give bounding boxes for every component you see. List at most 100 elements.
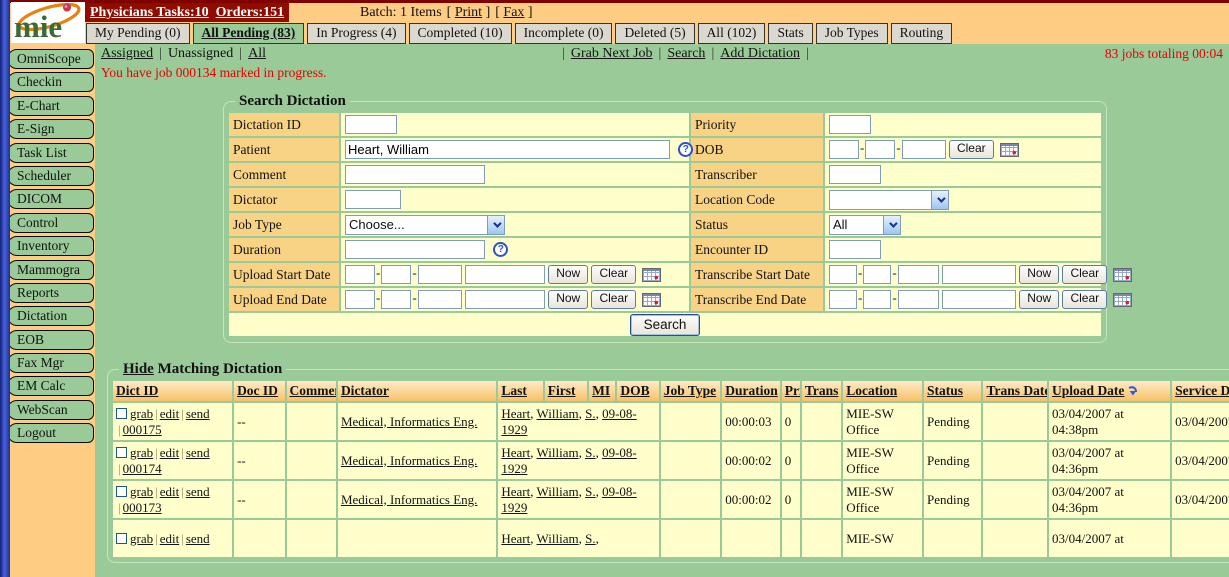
sidebar-item-e-chart[interactable]: E-Chart xyxy=(7,96,94,116)
dict-id-link[interactable]: 000175 xyxy=(123,422,162,437)
status-select[interactable]: All xyxy=(829,215,901,235)
patient-first-link[interactable]: William xyxy=(537,484,579,499)
col-header-trans-date[interactable]: Trans Date xyxy=(986,383,1047,398)
transcribe-end-now-button[interactable]: Now xyxy=(1019,290,1059,309)
sidebar-item-dictation[interactable]: Dictation xyxy=(7,306,94,326)
transcribe-end-month-input[interactable] xyxy=(829,290,857,309)
upload-end-time-input[interactable] xyxy=(465,290,545,309)
dictator-input[interactable] xyxy=(345,190,401,209)
sidebar-item-eob[interactable]: EOB xyxy=(7,330,94,350)
col-header-doc-id[interactable]: Doc ID xyxy=(237,383,278,398)
tab-stats[interactable]: Stats xyxy=(768,23,812,44)
col-header-pri[interactable]: Pri xyxy=(785,383,800,398)
upload-end-year-input[interactable] xyxy=(418,290,462,309)
col-header-dict-id[interactable]: Dict ID xyxy=(116,383,158,398)
row-checkbox[interactable] xyxy=(116,533,127,544)
upload-end-now-button[interactable]: Now xyxy=(548,290,588,309)
transcribe-start-clear-button[interactable]: Clear xyxy=(1062,265,1107,284)
transcribe-start-time-input[interactable] xyxy=(942,265,1016,284)
patient-help-icon[interactable]: ? xyxy=(678,142,693,157)
transcribe-start-calendar-icon[interactable] xyxy=(1113,268,1132,282)
dob-clear-button[interactable]: Clear xyxy=(949,140,994,159)
col-header-upload-date[interactable]: Upload Date xyxy=(1052,383,1124,398)
dictation-id-input[interactable] xyxy=(345,115,397,134)
col-header-duration[interactable]: Duration xyxy=(725,383,778,398)
duration-help-icon[interactable]: ? xyxy=(493,242,508,257)
sidebar-item-scheduler[interactable]: Scheduler xyxy=(7,166,94,186)
col-header-mi[interactable]: MI xyxy=(592,383,610,398)
transcriber-input[interactable] xyxy=(829,165,881,184)
assigned-link[interactable]: Assigned xyxy=(101,46,153,62)
encounter-id-input[interactable] xyxy=(829,240,881,259)
col-header-last[interactable]: Last xyxy=(501,383,527,398)
transcribe-start-day-input[interactable] xyxy=(863,265,891,284)
upload-start-day-input[interactable] xyxy=(381,265,411,284)
patient-first-link[interactable]: William xyxy=(537,531,579,546)
patient-last-link[interactable]: Heart xyxy=(501,445,530,460)
grab-next-job-link[interactable]: Grab Next Job xyxy=(571,46,653,62)
send-link[interactable]: send xyxy=(186,531,210,546)
grab-link[interactable]: grab xyxy=(130,445,153,460)
transcribe-end-day-input[interactable] xyxy=(863,290,891,309)
send-link[interactable]: send xyxy=(186,484,210,499)
col-header-trans[interactable]: Trans xyxy=(805,383,839,398)
transcribe-end-calendar-icon[interactable] xyxy=(1113,293,1132,307)
sidebar-item-webscan[interactable]: WebScan xyxy=(7,400,94,420)
patient-last-link[interactable]: Heart xyxy=(501,484,530,499)
edit-link[interactable]: edit xyxy=(160,531,180,546)
grab-link[interactable]: grab xyxy=(130,484,153,499)
dictator-link[interactable]: Medical, Informatics Eng. xyxy=(341,453,477,468)
sidebar-item-fax-mgr[interactable]: Fax Mgr xyxy=(7,353,94,373)
edit-link[interactable]: edit xyxy=(160,484,180,499)
sidebar-item-checkin[interactable]: Checkin xyxy=(7,72,94,92)
row-checkbox[interactable] xyxy=(116,486,127,497)
upload-end-calendar-icon[interactable] xyxy=(642,293,661,307)
dob-month-input[interactable] xyxy=(829,140,859,159)
print-link[interactable]: Print xyxy=(455,5,482,20)
tab-routing[interactable]: Routing xyxy=(891,23,953,44)
upload-start-clear-button[interactable]: Clear xyxy=(591,265,636,284)
sidebar-item-control[interactable]: Control xyxy=(7,213,94,233)
patient-first-link[interactable]: William xyxy=(537,406,579,421)
upload-end-clear-button[interactable]: Clear xyxy=(591,290,636,309)
transcribe-start-now-button[interactable]: Now xyxy=(1019,265,1059,284)
tab-completed[interactable]: Completed (10) xyxy=(409,23,512,44)
dict-id-link[interactable]: 000174 xyxy=(123,461,162,476)
col-header-job-type[interactable]: Job Type xyxy=(664,383,716,398)
sidebar-item-omniscope[interactable]: OmniScope xyxy=(7,49,94,69)
tab-all-pending[interactable]: All Pending (83) xyxy=(193,23,305,44)
patient-last-link[interactable]: Heart xyxy=(501,531,530,546)
dob-calendar-icon[interactable] xyxy=(1000,143,1019,157)
col-header-dob[interactable]: DOB xyxy=(620,383,649,398)
sidebar-item-inventory[interactable]: Inventory xyxy=(7,236,94,256)
col-header-first[interactable]: First xyxy=(548,383,576,398)
row-checkbox[interactable] xyxy=(116,447,127,458)
dob-year-input[interactable] xyxy=(902,140,946,159)
send-link[interactable]: send xyxy=(186,445,210,460)
patient-input[interactable] xyxy=(345,140,670,159)
patient-first-link[interactable]: William xyxy=(537,445,579,460)
search-button[interactable]: Search xyxy=(630,314,701,336)
dob-day-input[interactable] xyxy=(865,140,895,159)
tab-my-pending[interactable]: My Pending (0) xyxy=(86,23,190,44)
dictator-link[interactable]: Medical, Informatics Eng. xyxy=(341,492,477,507)
transcribe-end-time-input[interactable] xyxy=(942,290,1016,309)
add-dictation-link[interactable]: Add Dictation xyxy=(720,46,800,62)
tab-in-progress[interactable]: In Progress (4) xyxy=(307,23,405,44)
patient-mi-link[interactable]: S. xyxy=(585,445,595,460)
sidebar-item-e-sign[interactable]: E-Sign xyxy=(7,119,94,139)
location-code-select[interactable] xyxy=(829,190,949,210)
fax-link[interactable]: Fax xyxy=(503,5,524,20)
tab-incomplete[interactable]: Incomplete (0) xyxy=(515,23,613,44)
col-header-service-date[interactable]: Service Date xyxy=(1175,383,1229,398)
tab-deleted[interactable]: Deleted (5) xyxy=(615,23,694,44)
patient-last-link[interactable]: Heart xyxy=(501,406,530,421)
upload-start-time-input[interactable] xyxy=(465,265,545,284)
mie-logo[interactable]: mie xyxy=(11,2,85,43)
patient-mi-link[interactable]: S. xyxy=(585,531,595,546)
upload-end-month-input[interactable] xyxy=(345,290,375,309)
comment-input[interactable] xyxy=(345,165,485,184)
sidebar-item-task-list[interactable]: Task List xyxy=(7,143,94,163)
priority-input[interactable] xyxy=(829,115,871,134)
transcribe-end-year-input[interactable] xyxy=(898,290,939,309)
